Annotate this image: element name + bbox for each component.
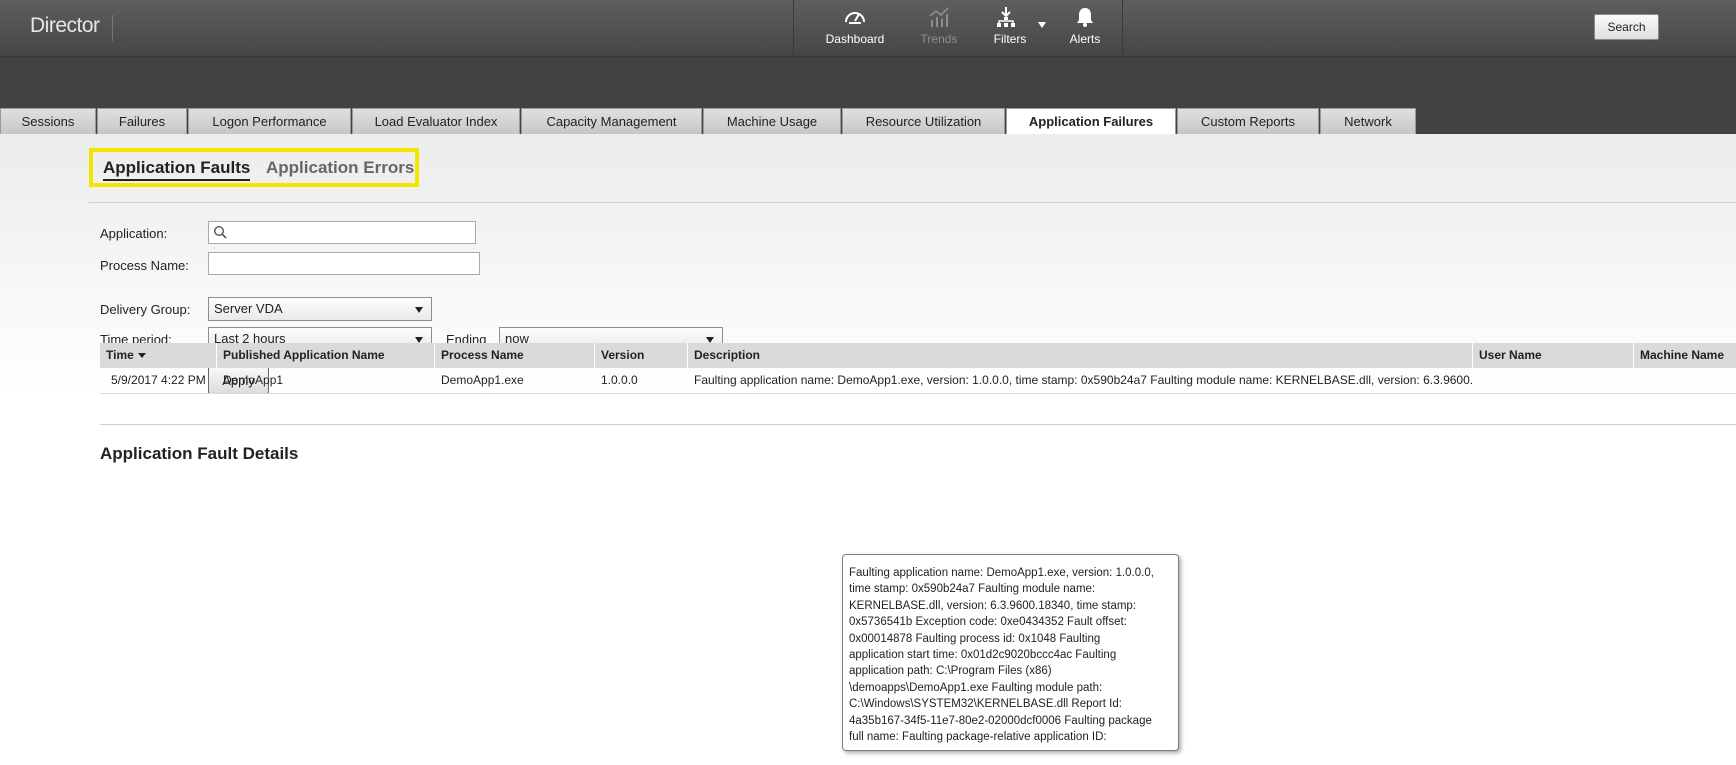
divider	[89, 202, 1736, 203]
column-header-user-name[interactable]: User Name	[1473, 343, 1634, 368]
column-header-published-application-name[interactable]: Published Application Name	[217, 343, 435, 368]
tab-logon-performance[interactable]: Logon Performance	[188, 108, 351, 134]
column-header-time[interactable]: Time	[100, 343, 217, 368]
tab-custom-reports[interactable]: Custom Reports	[1177, 108, 1319, 134]
cell-time: 5/9/2017 4:22 PM	[111, 373, 206, 387]
process-name-label: Process Name:	[100, 258, 189, 273]
process-name-input[interactable]	[208, 252, 480, 275]
dashboard-gauge-icon	[845, 12, 865, 24]
tooltip-line: 0x5736541b Exception code: 0xe0434352 Fa…	[849, 616, 1127, 629]
search-icon	[213, 225, 227, 239]
column-header-process-name[interactable]: Process Name	[435, 343, 595, 368]
filters-funnel-icon	[997, 7, 1015, 27]
subtab-highlight-box: Application Faults Application Errors	[89, 148, 419, 187]
tooltip-line: application path: C:\Program Files (x86)	[849, 665, 1052, 678]
divider	[100, 424, 1736, 425]
tab-capacity-management[interactable]: Capacity Management	[521, 108, 702, 134]
main-nav: Dashboard Trends Filters Alerts	[793, 0, 1123, 57]
trends-chart-icon	[929, 7, 949, 27]
sort-descending-icon	[137, 353, 146, 359]
tooltip-line: Faulting application name: DemoApp1.exe,…	[849, 567, 1154, 579]
brand-divider	[112, 15, 113, 41]
nav-trends[interactable]: Trends	[904, 0, 974, 57]
tab-network[interactable]: Network	[1320, 108, 1416, 134]
filters-chevron-down-icon[interactable]	[1038, 22, 1046, 28]
tooltip-line: C:\Windows\SYSTEM32\KERNELBASE.dll Repor…	[849, 698, 1122, 711]
delivery-group-select[interactable]: Server VDA	[208, 297, 432, 321]
nav-alerts-label: Alerts	[1069, 32, 1101, 46]
cell-user-name	[1473, 368, 1634, 393]
tab-sessions[interactable]: Sessions	[0, 108, 96, 134]
cell-process-name: DemoApp1.exe	[441, 373, 524, 387]
nav-alerts[interactable]: Alerts	[1054, 0, 1116, 57]
delivery-group-value: Server VDA	[214, 301, 283, 316]
nav-filters[interactable]: Filters	[974, 0, 1054, 57]
application-search-input[interactable]	[208, 221, 476, 244]
tab-failures[interactable]: Failures	[97, 108, 187, 134]
chevron-down-icon	[415, 307, 423, 313]
delivery-group-label: Delivery Group:	[100, 302, 191, 317]
tab-load-evaluator-index[interactable]: Load Evaluator Index	[352, 108, 520, 134]
tooltip-line: 0x00014878 Faulting process id: 0x1048 F…	[849, 632, 1101, 645]
column-header-machine-name[interactable]: Machine Name	[1634, 343, 1736, 368]
nav-filters-label: Filters	[993, 32, 1027, 46]
cell-version: 1.0.0.0	[601, 373, 638, 387]
tooltip-line: full name: Faulting package-relative app…	[849, 731, 1107, 744]
tab-machine-usage[interactable]: Machine Usage	[703, 108, 841, 134]
column-header-description[interactable]: Description	[688, 343, 1473, 368]
subtab-application-errors[interactable]: Application Errors	[266, 158, 414, 178]
tooltip-line: \demoapps\DemoApp1.exe Faulting module p…	[849, 681, 1103, 694]
column-header-version[interactable]: Version	[595, 343, 688, 368]
nav-dashboard-label: Dashboard	[825, 32, 885, 46]
column-header-time-label: Time	[106, 348, 134, 362]
top-bar: Director Dashboard Trends Filters Alerts…	[0, 0, 1736, 57]
cell-machine-name	[1634, 368, 1736, 393]
application-label: Application:	[100, 226, 168, 241]
subtab-application-faults[interactable]: Application Faults	[103, 158, 251, 181]
cell-description: Faulting application name: DemoApp1.exe,…	[694, 373, 1473, 387]
nav-trends-label: Trends	[920, 32, 958, 46]
fault-details-table-header: Time Published Application Name Process …	[100, 343, 1736, 368]
tab-resource-utilization[interactable]: Resource Utilization	[842, 108, 1005, 134]
search-button[interactable]: Search	[1594, 14, 1659, 40]
bell-icon	[1077, 8, 1093, 27]
cell-app-name: DemoApp1	[223, 373, 284, 387]
tooltip-line: KERNELBASE.dll, version: 6.3.9600.18340,…	[849, 599, 1137, 612]
description-tooltip: Faulting application name: DemoApp1.exe,…	[842, 554, 1179, 751]
nav-dashboard[interactable]: Dashboard	[810, 0, 900, 57]
table-row[interactable]: 5/9/2017 4:22 PM DemoApp1 DemoApp1.exe 1…	[100, 368, 1736, 394]
tooltip-line: 4a35b167-34f5-11e7-80e2-02000dcf0006 Fau…	[849, 714, 1152, 727]
app-title: Director	[30, 14, 100, 37]
tooltip-line: time stamp: 0x590b24a7 Faulting module n…	[849, 583, 1096, 596]
tab-application-failures[interactable]: Application Failures	[1006, 108, 1176, 135]
tooltip-line: application start time: 0x01d2c9020bccc4…	[849, 649, 1117, 662]
fault-details-title: Application Fault Details	[100, 444, 299, 463]
